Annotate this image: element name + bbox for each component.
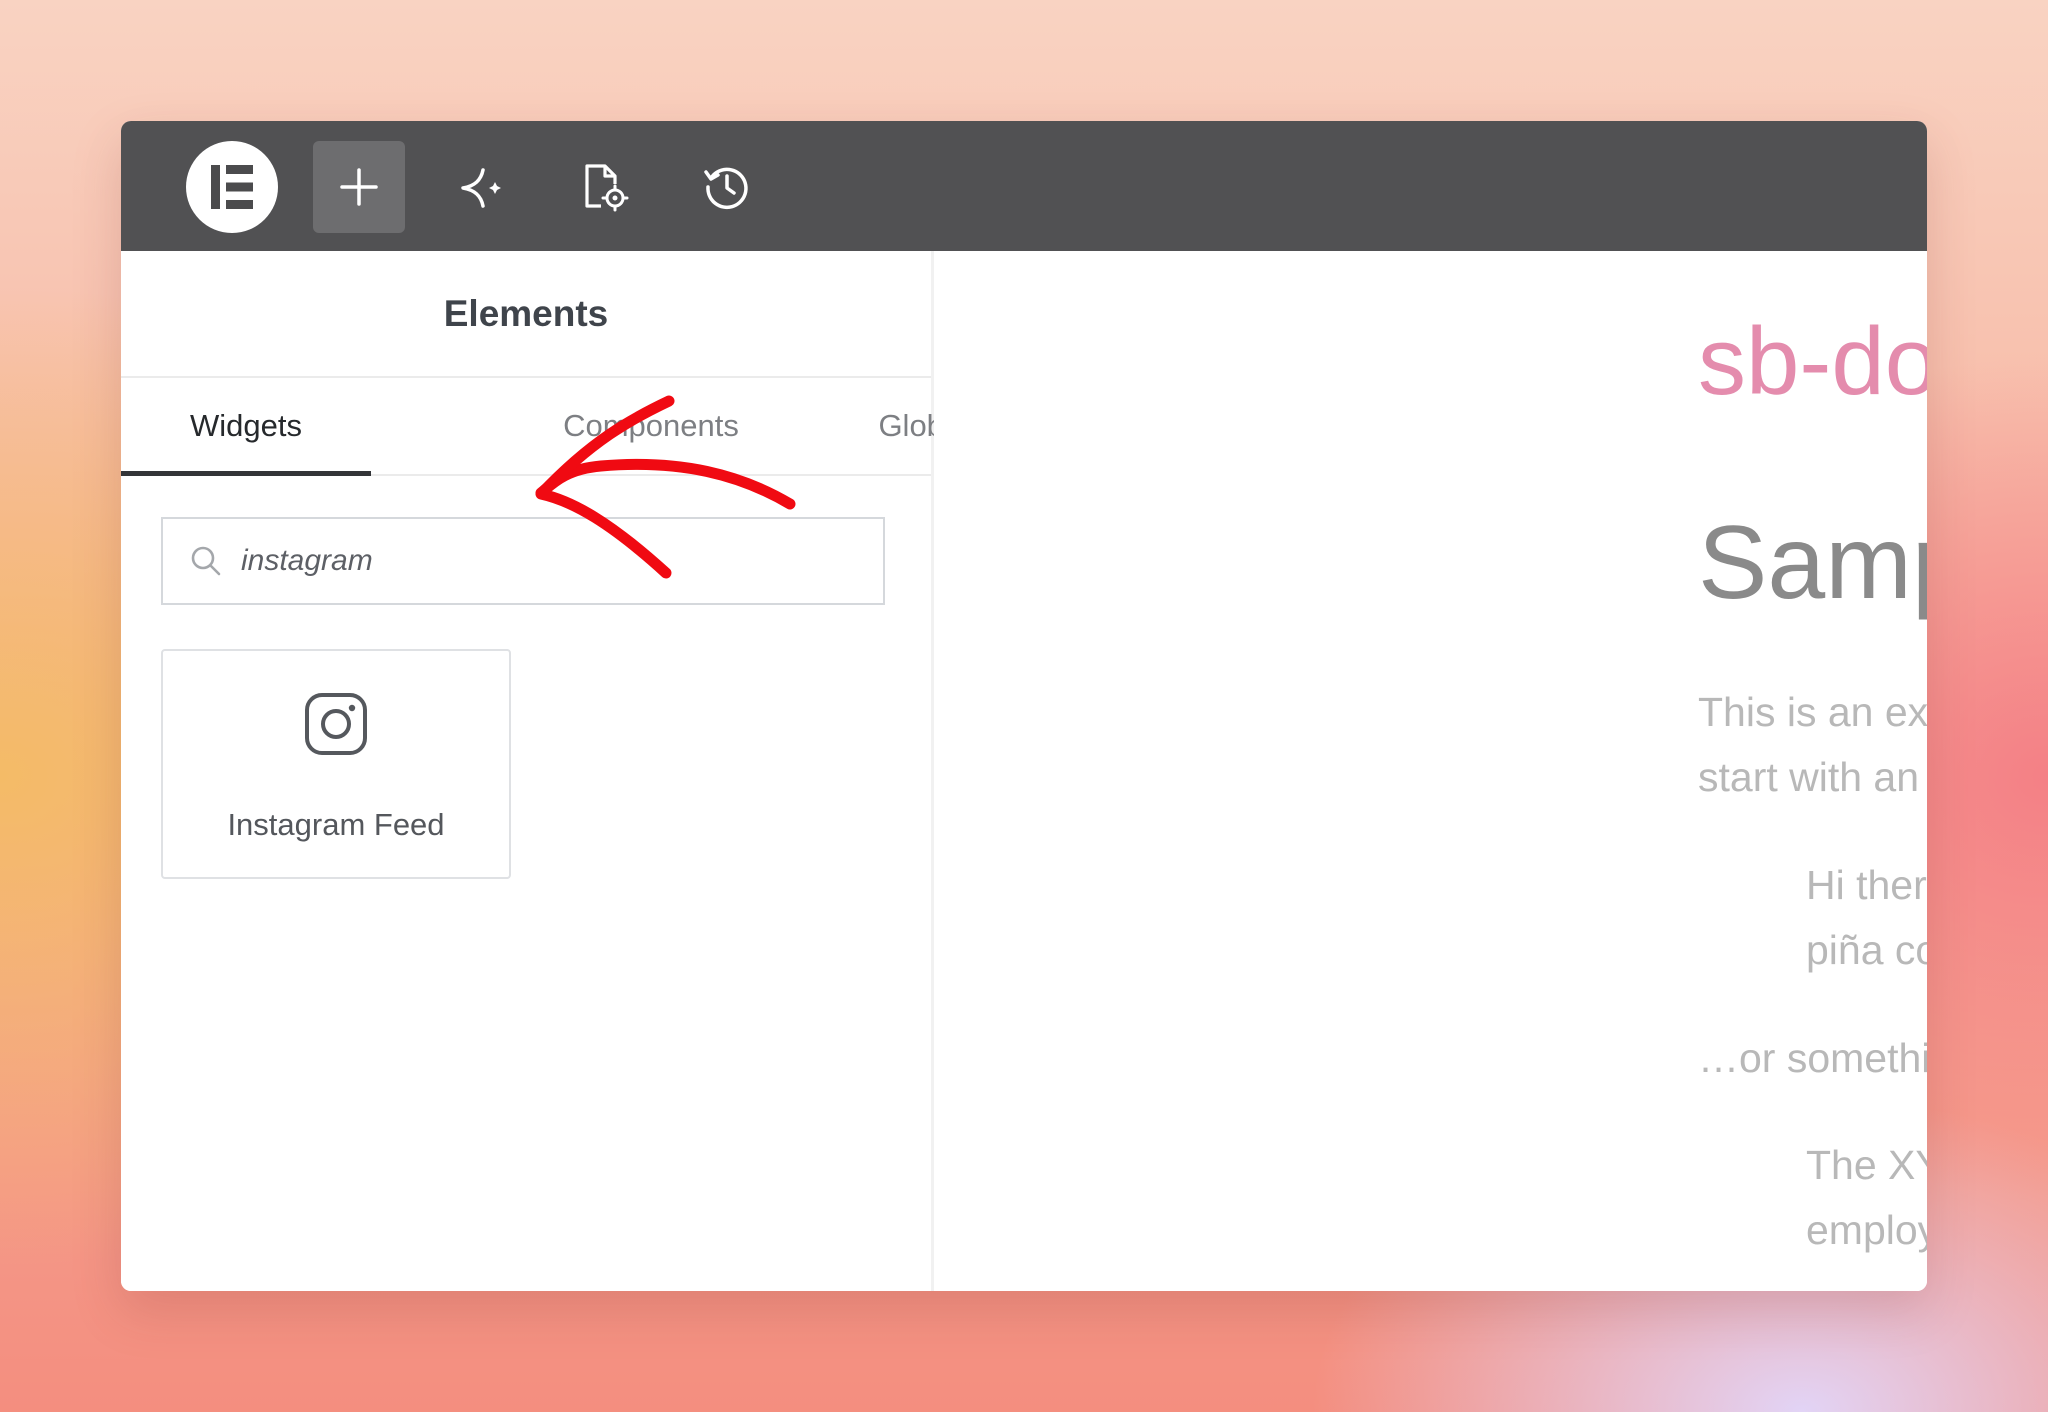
site-title[interactable]: sb-docs (1698, 307, 1927, 417)
page-settings-icon (585, 164, 629, 212)
active-tab-indicator (121, 471, 371, 476)
panel-title: Elements (121, 251, 931, 378)
instagram-icon (305, 693, 367, 755)
elements-panel: Elements Widgets Components Globals Inst… (121, 251, 984, 1291)
history-icon (704, 167, 748, 210)
add-element-button[interactable] (313, 141, 405, 233)
preview-quote-line: piña coladas (1806, 927, 1927, 973)
history-button[interactable] (681, 141, 773, 233)
tab-widgets[interactable]: Widgets (121, 378, 371, 474)
widget-label: Instagram Feed (227, 807, 445, 842)
preview-line: …or something like (1698, 1035, 1927, 1081)
post-title: Sample (1698, 505, 1927, 621)
top-toolbar (121, 121, 1927, 251)
preview-quote-line: Hi there! I’m (1806, 862, 1927, 908)
sparkle-icon (461, 168, 501, 208)
search-input[interactable] (239, 543, 843, 579)
preview-quote-line: employs ove (1806, 1207, 1927, 1253)
search-icon (191, 546, 221, 576)
page-settings-button[interactable] (558, 141, 650, 233)
panel-tabs: Widgets Components Globals (121, 378, 984, 476)
preview-line: start with an Abou (1698, 754, 1927, 800)
ai-button[interactable] (436, 141, 528, 233)
elementor-logo-icon[interactable] (186, 141, 278, 233)
plus-icon (340, 168, 378, 206)
tab-components[interactable]: Components (501, 378, 801, 474)
widget-search[interactable] (161, 517, 885, 605)
preview-line: This is an example (1698, 689, 1927, 735)
instagram-feed-widget[interactable]: Instagram Feed (161, 649, 511, 879)
preview-quote-line: The XYZ Doo (1806, 1142, 1927, 1188)
page-preview: sb-docs Sample This is an example start … (934, 251, 1927, 1291)
editor-window: Elements Widgets Components Globals Inst… (121, 121, 1927, 1291)
